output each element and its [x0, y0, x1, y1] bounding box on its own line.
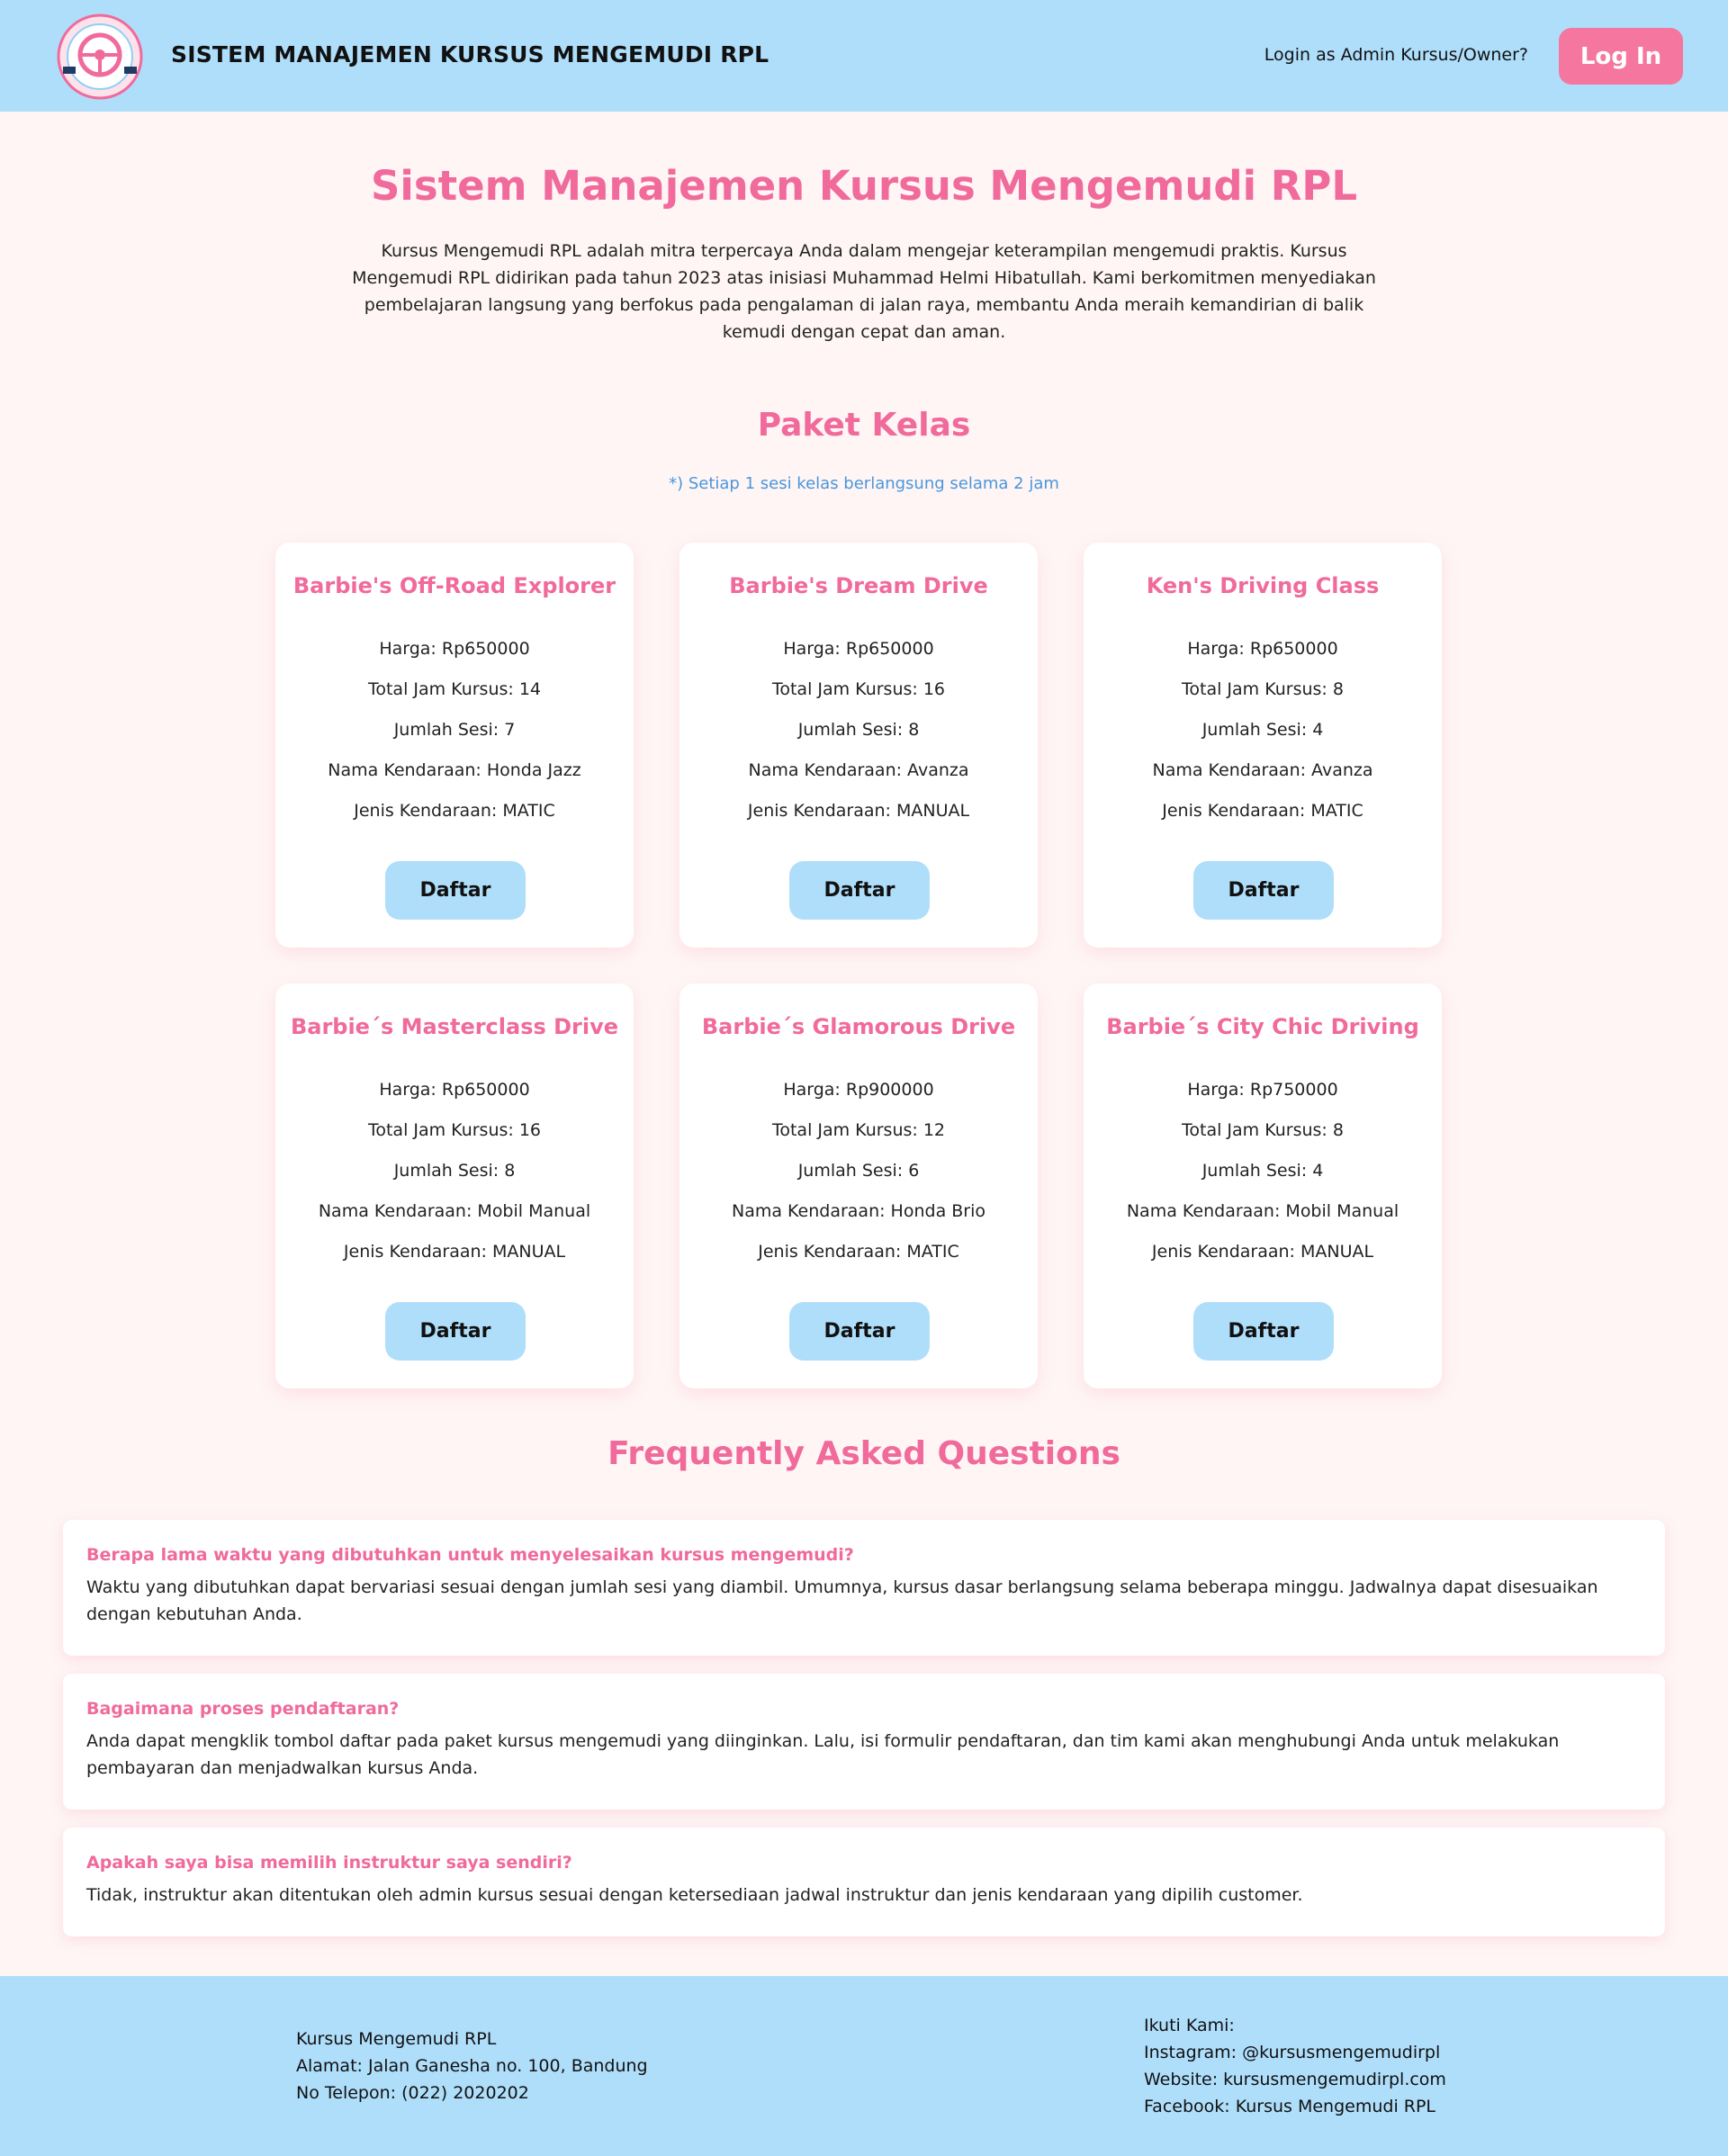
package-sessions: Jumlah Sesi: 7	[393, 720, 516, 740]
package-vehicle-type: Jenis Kendaraan: MATIC	[758, 1242, 959, 1262]
footer-follow-label: Ikuti Kami:	[1144, 2016, 1235, 2035]
site-title: SISTEM MANAJEMEN KURSUS MENGEMUDI RPL	[171, 41, 770, 67]
package-vehicle-name: Nama Kendaraan: Avanza	[1152, 760, 1373, 780]
package-name: Barbie´s Masterclass Drive	[290, 1014, 619, 1039]
session-note: *) Setiap 1 sesi kelas berlangsung selam…	[669, 474, 1059, 493]
register-button[interactable]: Daftar	[789, 861, 930, 920]
package-sessions: Jumlah Sesi: 6	[797, 1161, 920, 1181]
package-price: Harga: Rp750000	[1187, 1080, 1338, 1100]
package-price: Harga: Rp650000	[379, 639, 530, 659]
login-button[interactable]: Log In	[1559, 28, 1683, 85]
faq-question: Berapa lama waktu yang dibutuhkan untuk …	[86, 1545, 854, 1565]
package-price: Harga: Rp650000	[783, 639, 934, 659]
footer: Kursus Mengemudi RPL Alamat: Jalan Ganes…	[0, 1976, 1728, 2156]
faq-item: Berapa lama waktu yang dibutuhkan untuk …	[63, 1520, 1665, 1656]
package-total-hours: Total Jam Kursus: 16	[367, 1120, 542, 1140]
package-card: Barbie´s City Chic Driving Harga: Rp7500…	[1084, 984, 1442, 1388]
footer-contact: Kursus Mengemudi RPL Alamat: Jalan Ganes…	[296, 2026, 648, 2107]
steering-wheel-logo-icon[interactable]	[56, 13, 144, 101]
package-total-hours: Total Jam Kursus: 12	[771, 1120, 946, 1140]
package-vehicle-type: Jenis Kendaraan: MANUAL	[747, 801, 970, 821]
package-name: Ken's Driving Class	[1146, 573, 1380, 598]
package-card: Barbie´s Glamorous Drive Harga: Rp900000…	[680, 984, 1038, 1388]
footer-social: Ikuti Kami: Instagram: @kursusmengemudir…	[1144, 2012, 1446, 2120]
package-vehicle-name: Nama Kendaraan: Avanza	[748, 760, 969, 780]
package-vehicle-name: Nama Kendaraan: Honda Jazz	[328, 760, 581, 780]
package-card: Barbie´s Masterclass Drive Harga: Rp6500…	[275, 984, 634, 1388]
package-vehicle-type: Jenis Kendaraan: MANUAL	[343, 1242, 566, 1262]
package-vehicle-name: Nama Kendaraan: Mobil Manual	[318, 1201, 591, 1221]
package-sessions: Jumlah Sesi: 8	[797, 720, 920, 740]
package-price: Harga: Rp650000	[1187, 639, 1338, 659]
footer-address: Alamat: Jalan Ganesha no. 100, Bandung	[296, 2056, 648, 2076]
faq-item: Apakah saya bisa memilih instruktur saya…	[63, 1828, 1665, 1936]
package-total-hours: Total Jam Kursus: 8	[1182, 1120, 1344, 1140]
faq-title: Frequently Asked Questions	[608, 1435, 1120, 1472]
package-price: Harga: Rp650000	[379, 1080, 530, 1100]
faq-answer: Anda dapat mengklik tombol daftar pada p…	[86, 1731, 1560, 1778]
faq-item: Bagaimana proses pendaftaran? Anda dapat…	[63, 1674, 1665, 1810]
package-sessions: Jumlah Sesi: 8	[393, 1161, 516, 1181]
package-card: Barbie's Off-Road Explorer Harga: Rp6500…	[275, 543, 634, 948]
package-vehicle-type: Jenis Kendaraan: MANUAL	[1151, 1242, 1374, 1262]
package-total-hours: Total Jam Kursus: 8	[1182, 679, 1344, 699]
package-sessions: Jumlah Sesi: 4	[1202, 1161, 1324, 1181]
faq-question: Apakah saya bisa memilih instruktur saya…	[86, 1853, 572, 1873]
package-total-hours: Total Jam Kursus: 16	[771, 679, 946, 699]
admin-login-hint: Login as Admin Kursus/Owner?	[1264, 45, 1528, 65]
hero-title: Sistem Manajemen Kursus Mengemudi RPL	[371, 162, 1357, 210]
top-navbar: SISTEM MANAJEMEN KURSUS MENGEMUDI RPL Lo…	[0, 0, 1728, 112]
hero-description: Kursus Mengemudi RPL adalah mitra terper…	[352, 241, 1376, 342]
footer-phone: No Telepon: (022) 2020202	[296, 2083, 529, 2103]
package-price: Harga: Rp900000	[783, 1080, 934, 1100]
package-total-hours: Total Jam Kursus: 14	[367, 679, 542, 699]
package-name: Barbie's Dream Drive	[729, 573, 988, 598]
package-vehicle-type: Jenis Kendaraan: MATIC	[354, 801, 555, 821]
package-sessions: Jumlah Sesi: 4	[1202, 720, 1324, 740]
footer-facebook-link[interactable]: Facebook: Kursus Mengemudi RPL	[1144, 2093, 1446, 2120]
package-name: Barbie's Off-Road Explorer	[292, 573, 616, 598]
package-name: Barbie´s City Chic Driving	[1106, 1014, 1419, 1039]
footer-website-link[interactable]: Website: kursusmengemudirpl.com	[1144, 2066, 1446, 2093]
package-name: Barbie´s Glamorous Drive	[701, 1014, 1016, 1039]
register-button[interactable]: Daftar	[789, 1302, 930, 1361]
register-button[interactable]: Daftar	[1193, 861, 1334, 920]
packages-title: Paket Kelas	[757, 407, 971, 444]
package-card: Barbie's Dream Drive Harga: Rp650000 Tot…	[680, 543, 1038, 948]
package-vehicle-type: Jenis Kendaraan: MATIC	[1162, 801, 1364, 821]
register-button[interactable]: Daftar	[1193, 1302, 1334, 1361]
package-vehicle-name: Nama Kendaraan: Honda Brio	[731, 1201, 986, 1221]
register-button[interactable]: Daftar	[385, 1302, 526, 1361]
package-vehicle-name: Nama Kendaraan: Mobil Manual	[1126, 1201, 1400, 1221]
footer-company-name: Kursus Mengemudi RPL	[296, 2029, 497, 2049]
faq-answer: Tidak, instruktur akan ditentukan oleh a…	[86, 1885, 1303, 1905]
package-card: Ken's Driving Class Harga: Rp650000 Tota…	[1084, 543, 1442, 948]
footer-instagram-link[interactable]: Instagram: @kursusmengemudirpl	[1144, 2039, 1446, 2066]
register-button[interactable]: Daftar	[385, 861, 526, 920]
faq-answer: Waktu yang dibutuhkan dapat bervariasi s…	[86, 1577, 1598, 1624]
faq-question: Bagaimana proses pendaftaran?	[86, 1699, 400, 1719]
